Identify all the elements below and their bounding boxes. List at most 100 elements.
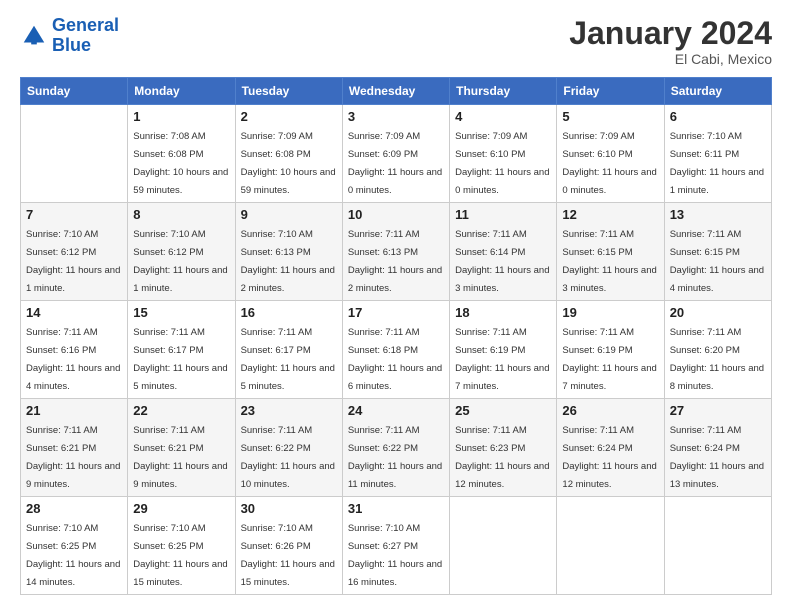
day-detail: Sunrise: 7:11 AMSunset: 6:23 PMDaylight:…: [455, 425, 549, 490]
day-number: 31: [348, 501, 444, 516]
col-thursday: Thursday: [450, 78, 557, 105]
calendar-cell: 14 Sunrise: 7:11 AMSunset: 6:16 PMDaylig…: [21, 301, 128, 399]
day-detail: Sunrise: 7:11 AMSunset: 6:18 PMDaylight:…: [348, 327, 442, 392]
day-number: 30: [241, 501, 337, 516]
day-detail: Sunrise: 7:09 AMSunset: 6:10 PMDaylight:…: [455, 131, 549, 196]
day-number: 17: [348, 305, 444, 320]
day-detail: Sunrise: 7:10 AMSunset: 6:11 PMDaylight:…: [670, 131, 764, 196]
day-number: 4: [455, 109, 551, 124]
logo: General Blue: [20, 16, 119, 56]
calendar-cell: 18 Sunrise: 7:11 AMSunset: 6:19 PMDaylig…: [450, 301, 557, 399]
day-detail: Sunrise: 7:10 AMSunset: 6:26 PMDaylight:…: [241, 523, 335, 588]
calendar-cell: 6 Sunrise: 7:10 AMSunset: 6:11 PMDayligh…: [664, 105, 771, 203]
calendar-cell: 25 Sunrise: 7:11 AMSunset: 6:23 PMDaylig…: [450, 399, 557, 497]
day-number: 6: [670, 109, 766, 124]
calendar-cell: 13 Sunrise: 7:11 AMSunset: 6:15 PMDaylig…: [664, 203, 771, 301]
day-detail: Sunrise: 7:11 AMSunset: 6:22 PMDaylight:…: [348, 425, 442, 490]
logo-text: General Blue: [52, 16, 119, 56]
day-number: 14: [26, 305, 122, 320]
calendar-cell: 31 Sunrise: 7:10 AMSunset: 6:27 PMDaylig…: [342, 497, 449, 595]
day-detail: Sunrise: 7:10 AMSunset: 6:25 PMDaylight:…: [133, 523, 227, 588]
day-detail: Sunrise: 7:11 AMSunset: 6:16 PMDaylight:…: [26, 327, 120, 392]
day-detail: Sunrise: 7:10 AMSunset: 6:27 PMDaylight:…: [348, 523, 442, 588]
day-number: 7: [26, 207, 122, 222]
day-number: 29: [133, 501, 229, 516]
calendar-cell: [557, 497, 664, 595]
calendar-cell: 17 Sunrise: 7:11 AMSunset: 6:18 PMDaylig…: [342, 301, 449, 399]
day-detail: Sunrise: 7:11 AMSunset: 6:24 PMDaylight:…: [670, 425, 764, 490]
calendar-cell: 26 Sunrise: 7:11 AMSunset: 6:24 PMDaylig…: [557, 399, 664, 497]
calendar-cell: 20 Sunrise: 7:11 AMSunset: 6:20 PMDaylig…: [664, 301, 771, 399]
day-number: 25: [455, 403, 551, 418]
calendar-cell: [21, 105, 128, 203]
col-wednesday: Wednesday: [342, 78, 449, 105]
day-number: 9: [241, 207, 337, 222]
day-number: 18: [455, 305, 551, 320]
day-detail: Sunrise: 7:08 AMSunset: 6:08 PMDaylight:…: [133, 131, 228, 196]
day-detail: Sunrise: 7:11 AMSunset: 6:19 PMDaylight:…: [455, 327, 549, 392]
day-number: 23: [241, 403, 337, 418]
day-detail: Sunrise: 7:09 AMSunset: 6:08 PMDaylight:…: [241, 131, 336, 196]
day-number: 27: [670, 403, 766, 418]
day-number: 11: [455, 207, 551, 222]
calendar-cell: [664, 497, 771, 595]
calendar-cell: 11 Sunrise: 7:11 AMSunset: 6:14 PMDaylig…: [450, 203, 557, 301]
calendar-cell: 10 Sunrise: 7:11 AMSunset: 6:13 PMDaylig…: [342, 203, 449, 301]
day-number: 21: [26, 403, 122, 418]
day-detail: Sunrise: 7:11 AMSunset: 6:21 PMDaylight:…: [26, 425, 120, 490]
day-detail: Sunrise: 7:10 AMSunset: 6:12 PMDaylight:…: [26, 229, 120, 294]
day-detail: Sunrise: 7:11 AMSunset: 6:14 PMDaylight:…: [455, 229, 549, 294]
day-detail: Sunrise: 7:11 AMSunset: 6:17 PMDaylight:…: [133, 327, 227, 392]
calendar-cell: 12 Sunrise: 7:11 AMSunset: 6:15 PMDaylig…: [557, 203, 664, 301]
calendar-cell: 8 Sunrise: 7:10 AMSunset: 6:12 PMDayligh…: [128, 203, 235, 301]
day-detail: Sunrise: 7:11 AMSunset: 6:15 PMDaylight:…: [670, 229, 764, 294]
day-number: 5: [562, 109, 658, 124]
day-number: 26: [562, 403, 658, 418]
col-saturday: Saturday: [664, 78, 771, 105]
day-detail: Sunrise: 7:11 AMSunset: 6:21 PMDaylight:…: [133, 425, 227, 490]
month-title: January 2024: [569, 16, 772, 51]
day-number: 16: [241, 305, 337, 320]
day-detail: Sunrise: 7:11 AMSunset: 6:15 PMDaylight:…: [562, 229, 656, 294]
day-detail: Sunrise: 7:09 AMSunset: 6:09 PMDaylight:…: [348, 131, 442, 196]
calendar-cell: 30 Sunrise: 7:10 AMSunset: 6:26 PMDaylig…: [235, 497, 342, 595]
day-number: 19: [562, 305, 658, 320]
day-detail: Sunrise: 7:10 AMSunset: 6:12 PMDaylight:…: [133, 229, 227, 294]
day-number: 3: [348, 109, 444, 124]
calendar-table: Sunday Monday Tuesday Wednesday Thursday…: [20, 77, 772, 595]
day-detail: Sunrise: 7:11 AMSunset: 6:24 PMDaylight:…: [562, 425, 656, 490]
day-detail: Sunrise: 7:09 AMSunset: 6:10 PMDaylight:…: [562, 131, 656, 196]
calendar-cell: 22 Sunrise: 7:11 AMSunset: 6:21 PMDaylig…: [128, 399, 235, 497]
day-number: 12: [562, 207, 658, 222]
calendar-cell: 24 Sunrise: 7:11 AMSunset: 6:22 PMDaylig…: [342, 399, 449, 497]
day-number: 28: [26, 501, 122, 516]
day-detail: Sunrise: 7:11 AMSunset: 6:17 PMDaylight:…: [241, 327, 335, 392]
day-detail: Sunrise: 7:10 AMSunset: 6:25 PMDaylight:…: [26, 523, 120, 588]
col-friday: Friday: [557, 78, 664, 105]
day-number: 15: [133, 305, 229, 320]
calendar-cell: 9 Sunrise: 7:10 AMSunset: 6:13 PMDayligh…: [235, 203, 342, 301]
calendar-cell: 27 Sunrise: 7:11 AMSunset: 6:24 PMDaylig…: [664, 399, 771, 497]
day-number: 20: [670, 305, 766, 320]
page-container: General Blue January 2024 El Cabi, Mexic…: [0, 0, 792, 605]
day-number: 22: [133, 403, 229, 418]
location: El Cabi, Mexico: [569, 51, 772, 67]
calendar-cell: 28 Sunrise: 7:10 AMSunset: 6:25 PMDaylig…: [21, 497, 128, 595]
calendar-cell: [450, 497, 557, 595]
day-detail: Sunrise: 7:11 AMSunset: 6:19 PMDaylight:…: [562, 327, 656, 392]
calendar-cell: 29 Sunrise: 7:10 AMSunset: 6:25 PMDaylig…: [128, 497, 235, 595]
logo-icon: [20, 22, 48, 50]
day-detail: Sunrise: 7:11 AMSunset: 6:20 PMDaylight:…: [670, 327, 764, 392]
calendar-cell: 7 Sunrise: 7:10 AMSunset: 6:12 PMDayligh…: [21, 203, 128, 301]
calendar-cell: 1 Sunrise: 7:08 AMSunset: 6:08 PMDayligh…: [128, 105, 235, 203]
calendar-cell: 5 Sunrise: 7:09 AMSunset: 6:10 PMDayligh…: [557, 105, 664, 203]
calendar-cell: 23 Sunrise: 7:11 AMSunset: 6:22 PMDaylig…: [235, 399, 342, 497]
day-detail: Sunrise: 7:11 AMSunset: 6:13 PMDaylight:…: [348, 229, 442, 294]
calendar-cell: 16 Sunrise: 7:11 AMSunset: 6:17 PMDaylig…: [235, 301, 342, 399]
day-detail: Sunrise: 7:10 AMSunset: 6:13 PMDaylight:…: [241, 229, 335, 294]
day-number: 24: [348, 403, 444, 418]
header: General Blue January 2024 El Cabi, Mexic…: [20, 16, 772, 67]
calendar-cell: 19 Sunrise: 7:11 AMSunset: 6:19 PMDaylig…: [557, 301, 664, 399]
day-number: 8: [133, 207, 229, 222]
col-sunday: Sunday: [21, 78, 128, 105]
